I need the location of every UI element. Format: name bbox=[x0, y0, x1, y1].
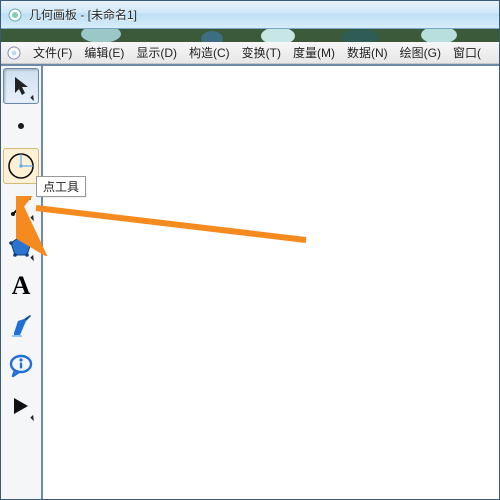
titlebar[interactable]: 几何画板 - [未命名1] bbox=[1, 1, 499, 29]
marker-icon bbox=[8, 313, 34, 339]
menu-measure[interactable]: 度量(M) bbox=[287, 43, 341, 63]
workspace: A bbox=[1, 64, 499, 499]
tooltip: 点工具 bbox=[36, 176, 86, 197]
flyout-indicator-icon bbox=[30, 255, 36, 261]
menu-data[interactable]: 数据(N) bbox=[341, 43, 394, 63]
text-A-icon: A bbox=[12, 273, 31, 299]
polygon-tool[interactable] bbox=[3, 228, 39, 264]
marker-tool[interactable] bbox=[3, 308, 39, 344]
toolbar: A bbox=[1, 66, 43, 499]
info-balloon-icon bbox=[7, 352, 35, 380]
menu-display[interactable]: 显示(D) bbox=[130, 43, 183, 63]
point-tool[interactable] bbox=[3, 108, 39, 144]
window-title: 几何画板 - [未命名1] bbox=[29, 6, 137, 23]
menu-graph[interactable]: 绘图(G) bbox=[394, 43, 447, 63]
text-tool[interactable]: A bbox=[3, 268, 39, 304]
menu-file[interactable]: 文件(F) bbox=[27, 43, 78, 63]
app-icon bbox=[7, 7, 23, 23]
tooltip-text: 点工具 bbox=[43, 180, 79, 194]
flyout-indicator-icon bbox=[30, 215, 36, 221]
menu-transform[interactable]: 变换(T) bbox=[236, 43, 287, 63]
decorative-strip bbox=[1, 29, 499, 42]
point-icon bbox=[8, 113, 34, 139]
flyout-indicator-icon bbox=[30, 415, 36, 421]
menu-window[interactable]: 窗口( bbox=[447, 43, 487, 63]
info-tool[interactable] bbox=[3, 348, 39, 384]
app-window: 几何画板 - [未命名1] 文件(F) 编辑(E) 显示(D) 构造(C) 变换… bbox=[0, 0, 500, 500]
drawing-canvas[interactable] bbox=[43, 66, 499, 499]
custom-tools[interactable] bbox=[3, 388, 39, 424]
selection-tool[interactable] bbox=[3, 68, 39, 104]
compass-icon bbox=[6, 151, 36, 181]
menu-edit[interactable]: 编辑(E) bbox=[78, 43, 130, 63]
flyout-indicator-icon bbox=[30, 95, 36, 101]
menu-construct[interactable]: 构造(C) bbox=[183, 43, 236, 63]
line-tool[interactable] bbox=[3, 188, 39, 224]
arrow-cursor-icon bbox=[8, 73, 34, 99]
document-icon bbox=[5, 44, 23, 62]
menubar: 文件(F) 编辑(E) 显示(D) 构造(C) 变换(T) 度量(M) 数据(N… bbox=[1, 42, 499, 64]
play-icon bbox=[8, 393, 34, 419]
compass-tool[interactable] bbox=[3, 148, 39, 184]
line-icon bbox=[8, 193, 34, 219]
